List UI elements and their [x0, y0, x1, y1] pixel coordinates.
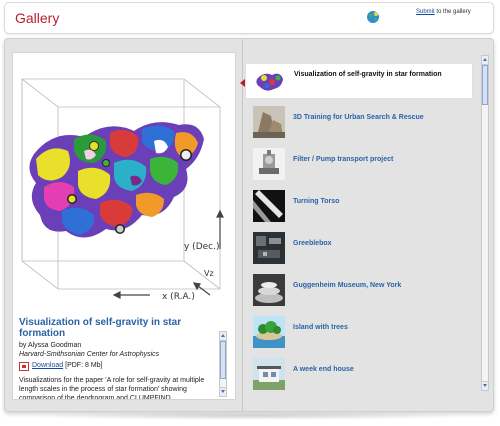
detail-description: Visualizations for the paper 'A role for…	[19, 377, 205, 399]
list-scrollbar[interactable]	[481, 55, 489, 391]
detail-title: Visualization of self-gravity in star fo…	[19, 317, 182, 339]
x-axis-label: x (R.A.)	[162, 292, 195, 302]
list-item[interactable]: 3D Training for Urban Search & Rescue	[245, 105, 473, 141]
list-item[interactable]: Filter / Pump transport project	[245, 147, 473, 183]
thumbnail-torso-icon	[253, 190, 285, 222]
list-item[interactable]: Visualization of self-gravity in star fo…	[245, 63, 473, 99]
download-link[interactable]: Download	[32, 361, 63, 371]
pdf-icon	[19, 361, 29, 371]
thumbnail-island-icon	[253, 316, 285, 348]
item-title: Visualization of self-gravity in star fo…	[294, 71, 442, 78]
submit-suffix: to the gallery	[434, 9, 471, 15]
scroll-up-icon[interactable]	[482, 56, 488, 65]
pane-divider	[242, 39, 243, 411]
download-meta: [PDF: 8 Mb]	[65, 362, 103, 369]
item-title: Filter / Pump transport project	[293, 156, 394, 163]
thumbnail-house-icon	[253, 358, 285, 390]
thumbnail-museum-icon	[253, 274, 285, 306]
thumbnail-greeble-icon	[253, 232, 285, 264]
thumbnail-rescue-icon	[253, 106, 285, 138]
submit-link[interactable]: Submit	[416, 9, 435, 15]
scroll-up-icon[interactable]	[220, 332, 226, 341]
list-item[interactable]: Greeblebox	[245, 231, 473, 267]
detail-scrollbar[interactable]	[219, 331, 227, 397]
z-axis-label: Vz	[204, 269, 214, 278]
scroll-thumb[interactable]	[220, 341, 226, 379]
download-row: Download [PDF: 8 Mb]	[19, 361, 215, 371]
scroll-down-icon[interactable]	[220, 387, 226, 396]
list-item[interactable]: Island with trees	[245, 315, 473, 351]
panel-shadow	[20, 412, 480, 420]
gallery-list: Visualization of self-gravity in star fo…	[245, 57, 477, 407]
detail-pane: y (Dec.) x (R.A.) Vz Visualization of se…	[12, 52, 236, 400]
gallery-panel: y (Dec.) x (R.A.) Vz Visualization of se…	[4, 38, 494, 412]
submit-note: Submit to the gallery	[416, 9, 471, 15]
thumbnail-star-icon	[254, 65, 286, 97]
item-title: Greeblebox	[293, 240, 332, 247]
list-item[interactable]: Guggenheim Museum, New York	[245, 273, 473, 309]
item-title: Turning Torso	[293, 198, 340, 205]
page-title: Gallery	[15, 10, 60, 26]
preview-image: y (Dec.) x (R.A.) Vz	[14, 59, 234, 317]
scroll-down-icon[interactable]	[482, 381, 488, 390]
thumbnail-pump-icon	[253, 148, 285, 180]
item-title: Guggenheim Museum, New York	[293, 282, 402, 289]
y-axis-label: y (Dec.)	[184, 242, 220, 252]
scroll-thumb[interactable]	[482, 65, 488, 105]
globe-icon	[367, 11, 379, 23]
item-title: Island with trees	[293, 324, 348, 331]
item-title: 3D Training for Urban Search & Rescue	[293, 114, 424, 121]
detail-affiliation: Harvard-Smithsonian Center for Astrophys…	[19, 351, 160, 358]
star-formation-visualization: y (Dec.) x (R.A.) Vz	[21, 78, 224, 302]
item-title: A week end house	[293, 366, 354, 373]
detail-byline: by Alyssa Goodman	[19, 342, 82, 349]
header-bar: Gallery Submit to the gallery	[4, 2, 494, 34]
detail-info: Visualization of self-gravity in star fo…	[13, 317, 235, 399]
list-item[interactable]: A week end house	[245, 357, 473, 393]
list-item[interactable]: Turning Torso	[245, 189, 473, 225]
